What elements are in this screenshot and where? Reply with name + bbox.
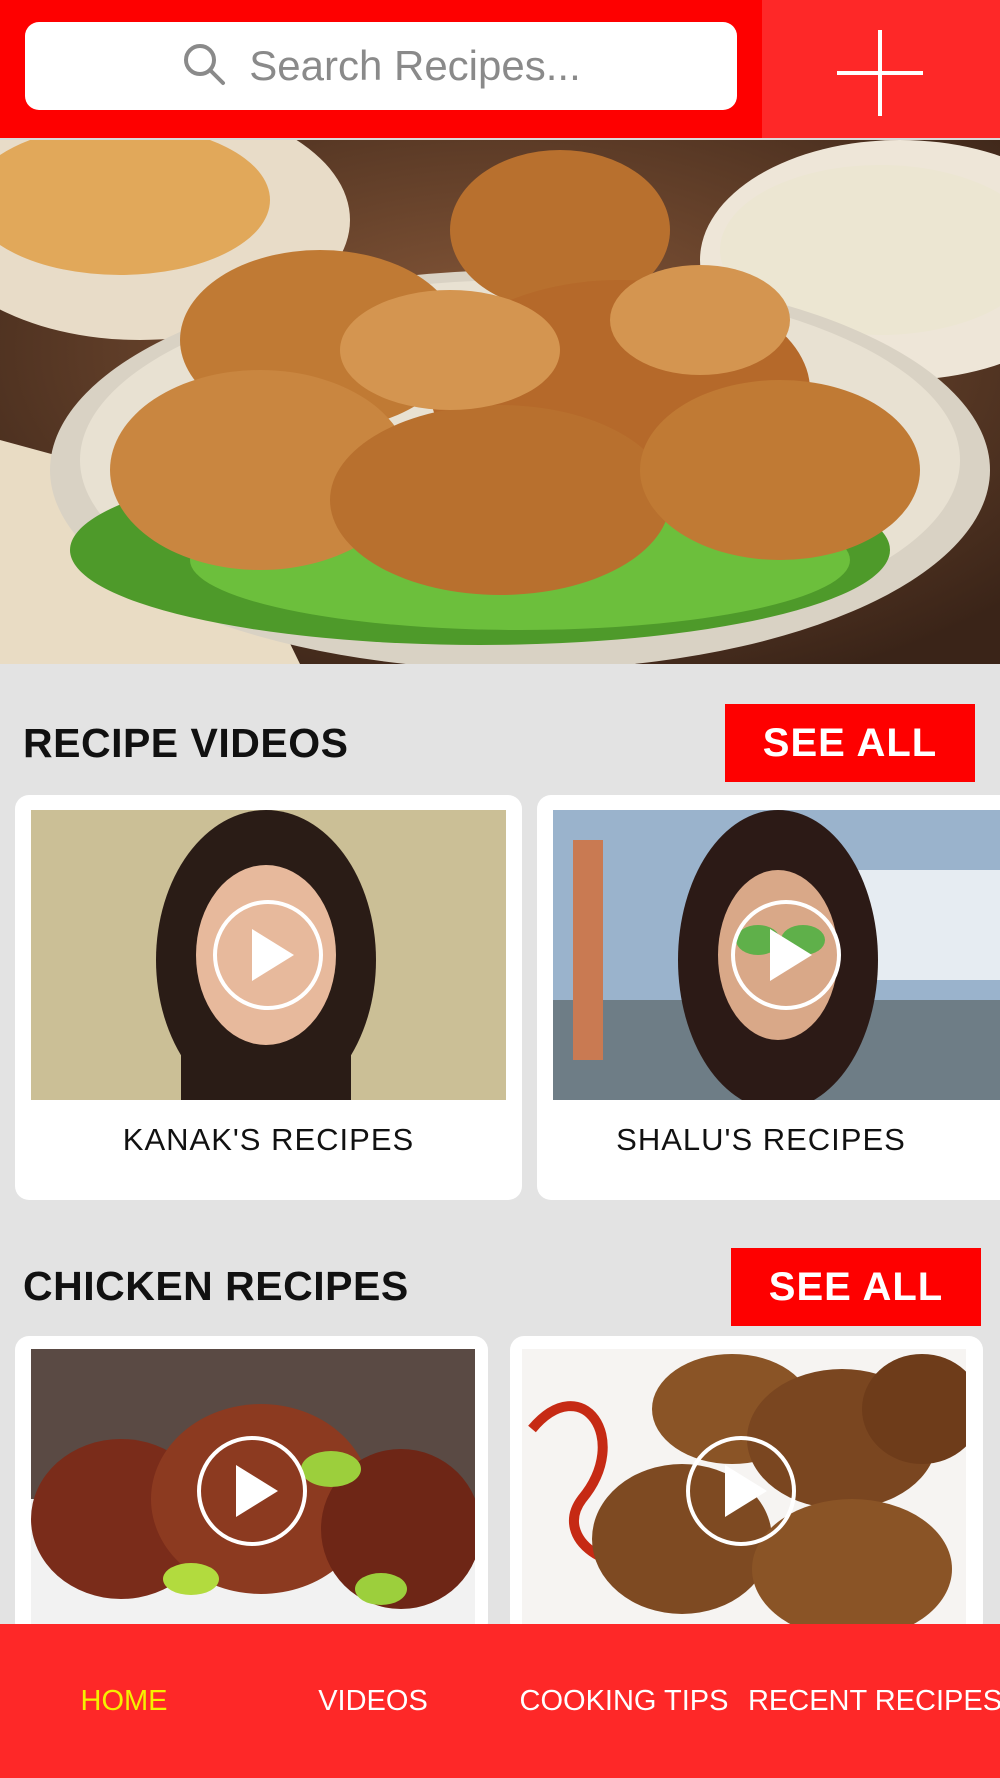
see-all-chicken-recipes-button[interactable]: SEE ALL <box>731 1248 981 1326</box>
search-bar[interactable]: Search Recipes... <box>25 22 737 110</box>
recipe-card[interactable] <box>510 1336 983 1636</box>
search-icon <box>181 41 227 92</box>
video-card-title: SHALU'S RECIPES <box>616 1122 906 1157</box>
see-all-recipe-videos-button[interactable]: SEE ALL <box>725 704 975 782</box>
play-icon[interactable] <box>686 1436 796 1546</box>
section-title-chicken-recipes: CHICKEN RECIPES <box>23 1263 409 1309</box>
section-title-recipe-videos: RECIPE VIDEOS <box>23 720 349 766</box>
nav-tab-recent-recipes[interactable]: RECENT RECIPES <box>748 1624 1000 1778</box>
nav-tab-cooking-tips[interactable]: COOKING TIPS <box>498 1624 750 1778</box>
plus-icon <box>837 30 923 116</box>
bottom-navigation-bar: HOME VIDEOS COOKING TIPS RECENT RECIPES <box>0 1624 1000 1778</box>
add-recipe-button[interactable] <box>835 28 925 118</box>
nav-tab-home[interactable]: HOME <box>0 1624 248 1778</box>
play-icon[interactable] <box>731 900 841 1010</box>
hero-banner-image[interactable] <box>0 140 1000 664</box>
nav-tab-videos[interactable]: VIDEOS <box>248 1624 498 1778</box>
play-icon[interactable] <box>197 1436 307 1546</box>
video-card-kanak[interactable]: KANAK'S RECIPES <box>15 795 522 1200</box>
video-card-shalu[interactable]: SHALU'S RECIPES <box>537 795 1000 1200</box>
play-icon[interactable] <box>213 900 323 1010</box>
recipe-card[interactable] <box>15 1336 488 1636</box>
video-card-title: KANAK'S RECIPES <box>122 1122 415 1157</box>
search-input[interactable]: Search Recipes... <box>249 42 581 90</box>
